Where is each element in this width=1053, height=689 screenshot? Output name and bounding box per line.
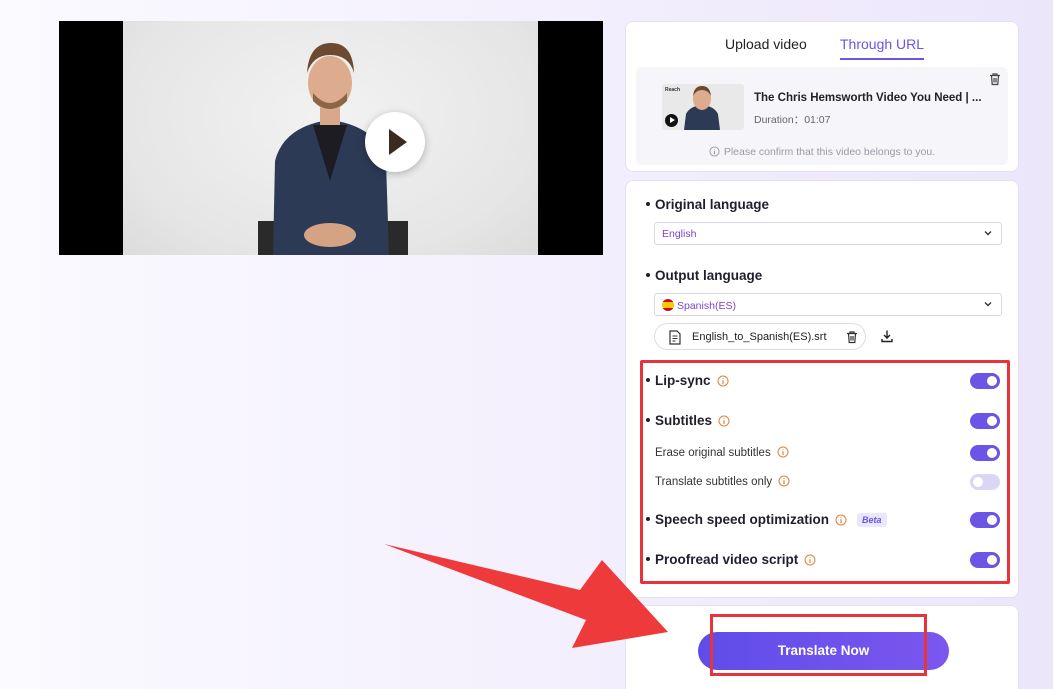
- chevron-down-icon: [984, 231, 992, 236]
- download-icon[interactable]: [880, 329, 894, 343]
- video-info-panel: Reach The Chris Hemsworth Video You Need…: [636, 67, 1008, 165]
- button-highlight-box: [710, 614, 927, 676]
- delete-video-icon[interactable]: [988, 72, 1002, 86]
- video-title: The Chris Hemsworth Video You Need | ...: [754, 92, 982, 104]
- source-tabs: Upload video Through URL: [626, 36, 1018, 62]
- original-language-value: English: [662, 228, 697, 240]
- chevron-down-icon: [984, 302, 992, 307]
- output-language-label: Output language: [646, 268, 762, 283]
- video-source-card: Upload video Through URL Reach The Chris…: [625, 21, 1019, 172]
- video-frame: [123, 21, 538, 255]
- presenter-image: [258, 43, 408, 255]
- original-language-select[interactable]: English: [654, 222, 1002, 245]
- output-language-select[interactable]: Spanish(ES): [654, 293, 1002, 316]
- video-thumbnail[interactable]: Reach: [662, 84, 744, 130]
- original-language-label: Original language: [646, 197, 769, 212]
- delete-file-icon[interactable]: [845, 330, 859, 344]
- thumbnail-play-icon[interactable]: [665, 114, 678, 127]
- tab-upload-video[interactable]: Upload video: [725, 36, 807, 52]
- info-icon: [709, 146, 720, 157]
- thumbnail-tag: Reach: [665, 87, 681, 93]
- ownership-notice: Please confirm that this video belongs t…: [636, 146, 1008, 158]
- video-duration: Duration：01:07: [754, 114, 831, 126]
- spain-flag-icon: [662, 299, 674, 311]
- video-player[interactable]: [59, 21, 603, 255]
- file-icon: [669, 330, 681, 345]
- play-button[interactable]: [365, 112, 425, 172]
- options-highlight-box: [640, 360, 1010, 584]
- ownership-notice-text: Please confirm that this video belongs t…: [723, 146, 936, 158]
- output-language-value: Spanish(ES): [662, 299, 736, 312]
- subtitle-file-name: English_to_Spanish(ES).srt: [692, 331, 827, 343]
- annotation-arrow: [384, 544, 668, 648]
- subtitle-file-chip: English_to_Spanish(ES).srt: [654, 323, 866, 350]
- tab-through-url[interactable]: Through URL: [840, 36, 925, 60]
